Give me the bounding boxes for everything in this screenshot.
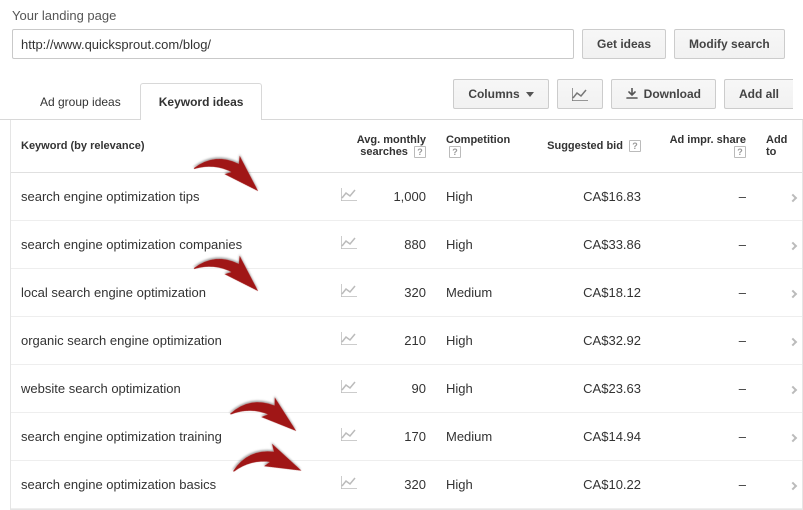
competition-cell: High bbox=[436, 364, 536, 412]
download-icon bbox=[626, 88, 638, 100]
landing-page-label: Your landing page bbox=[12, 8, 791, 23]
bid-cell: CA$32.92 bbox=[536, 316, 651, 364]
impr-cell: – bbox=[651, 220, 756, 268]
impr-cell: – bbox=[651, 460, 756, 508]
bid-cell: CA$33.86 bbox=[536, 220, 651, 268]
searches-cell: 90 bbox=[361, 364, 436, 412]
get-ideas-button[interactable]: Get ideas bbox=[582, 29, 666, 59]
help-icon[interactable]: ? bbox=[449, 146, 461, 158]
chevron-right-icon bbox=[789, 241, 797, 249]
columns-button[interactable]: Columns bbox=[453, 79, 548, 109]
keyword-ideas-table: Keyword (by relevance) Avg. monthly sear… bbox=[11, 120, 803, 509]
keyword-cell: website search optimization bbox=[11, 364, 331, 412]
chevron-right-icon bbox=[789, 193, 797, 201]
keyword-cell: local search engine optimization bbox=[11, 268, 331, 316]
impr-cell: – bbox=[651, 412, 756, 460]
col-avg-monthly[interactable]: Avg. monthly searches ? bbox=[331, 120, 436, 172]
chart-icon[interactable] bbox=[331, 316, 361, 364]
keyword-cell: organic search engine optimization bbox=[11, 316, 331, 364]
impr-cell: – bbox=[651, 364, 756, 412]
download-button[interactable]: Download bbox=[611, 79, 716, 109]
chart-icon[interactable] bbox=[331, 460, 361, 508]
add-all-button[interactable]: Add all bbox=[724, 79, 793, 109]
col-suggested-bid[interactable]: Suggested bid ? bbox=[536, 120, 651, 172]
table-row[interactable]: search engine optimization training 170Me… bbox=[11, 412, 803, 460]
bid-cell: CA$18.12 bbox=[536, 268, 651, 316]
help-icon[interactable]: ? bbox=[414, 146, 426, 158]
expand-cell[interactable] bbox=[756, 460, 803, 508]
download-label: Download bbox=[644, 87, 701, 101]
chart-icon[interactable] bbox=[331, 364, 361, 412]
impr-cell: – bbox=[651, 316, 756, 364]
competition-cell: High bbox=[436, 172, 536, 220]
bid-cell: CA$23.63 bbox=[536, 364, 651, 412]
col-keyword[interactable]: Keyword (by relevance) bbox=[11, 120, 331, 172]
competition-cell: Medium bbox=[436, 412, 536, 460]
competition-cell: High bbox=[436, 316, 536, 364]
chart-toggle-button[interactable] bbox=[557, 79, 603, 109]
impr-cell: – bbox=[651, 268, 756, 316]
competition-cell: Medium bbox=[436, 268, 536, 316]
chevron-right-icon bbox=[789, 433, 797, 441]
competition-cell: High bbox=[436, 220, 536, 268]
bid-cell: CA$16.83 bbox=[536, 172, 651, 220]
expand-cell[interactable] bbox=[756, 412, 803, 460]
help-icon[interactable]: ? bbox=[629, 140, 641, 152]
searches-cell: 320 bbox=[361, 268, 436, 316]
bid-cell: CA$14.94 bbox=[536, 412, 651, 460]
expand-cell[interactable] bbox=[756, 316, 803, 364]
searches-cell: 210 bbox=[361, 316, 436, 364]
table-row[interactable]: website search optimization 90HighCA$23.6… bbox=[11, 364, 803, 412]
searches-cell: 1,000 bbox=[361, 172, 436, 220]
chart-icon[interactable] bbox=[331, 220, 361, 268]
searches-cell: 320 bbox=[361, 460, 436, 508]
searches-cell: 170 bbox=[361, 412, 436, 460]
table-row[interactable]: search engine optimization companies 880H… bbox=[11, 220, 803, 268]
modify-search-button[interactable]: Modify search bbox=[674, 29, 785, 59]
landing-page-input[interactable] bbox=[12, 29, 574, 59]
keyword-cell: search engine optimization training bbox=[11, 412, 331, 460]
chevron-right-icon bbox=[789, 337, 797, 345]
keyword-cell: search engine optimization companies bbox=[11, 220, 331, 268]
columns-label: Columns bbox=[468, 87, 519, 101]
table-row[interactable]: local search engine optimization 320Mediu… bbox=[11, 268, 803, 316]
col-add-to[interactable]: Add to bbox=[756, 120, 803, 172]
table-row[interactable]: organic search engine optimization 210Hig… bbox=[11, 316, 803, 364]
expand-cell[interactable] bbox=[756, 364, 803, 412]
col-competition[interactable]: Competition ? bbox=[436, 120, 536, 172]
expand-cell[interactable] bbox=[756, 220, 803, 268]
chevron-down-icon bbox=[526, 92, 534, 97]
col-ad-impr-share[interactable]: Ad impr. share ? bbox=[651, 120, 756, 172]
keyword-cell: search engine optimization tips bbox=[11, 172, 331, 220]
impr-cell: – bbox=[651, 172, 756, 220]
competition-cell: High bbox=[436, 460, 536, 508]
chevron-right-icon bbox=[789, 289, 797, 297]
table-row[interactable]: search engine optimization basics 320High… bbox=[11, 460, 803, 508]
chevron-right-icon bbox=[789, 385, 797, 393]
chart-icon[interactable] bbox=[331, 412, 361, 460]
chevron-right-icon bbox=[789, 481, 797, 489]
keyword-cell: search engine optimization basics bbox=[11, 460, 331, 508]
expand-cell[interactable] bbox=[756, 268, 803, 316]
expand-cell[interactable] bbox=[756, 172, 803, 220]
searches-cell: 880 bbox=[361, 220, 436, 268]
chart-icon[interactable] bbox=[331, 172, 361, 220]
chart-icon[interactable] bbox=[331, 268, 361, 316]
bid-cell: CA$10.22 bbox=[536, 460, 651, 508]
help-icon[interactable]: ? bbox=[734, 146, 746, 158]
table-row[interactable]: search engine optimization tips 1,000High… bbox=[11, 172, 803, 220]
